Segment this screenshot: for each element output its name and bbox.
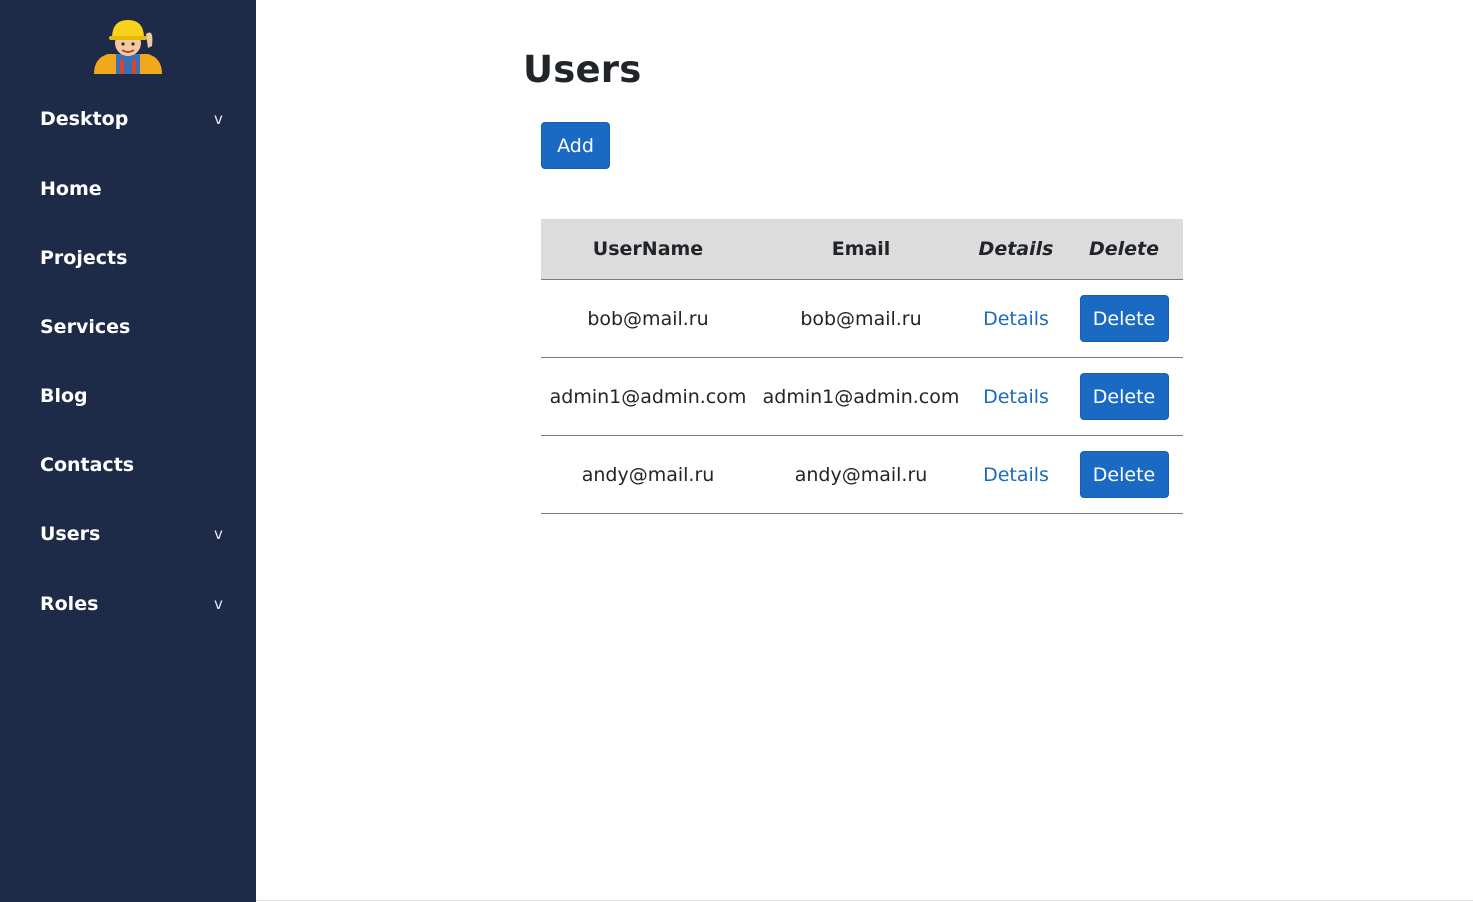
details-cell: Details: [967, 279, 1065, 358]
delete-cell: Delete: [1065, 435, 1183, 514]
sidebar-item-label: Services: [40, 316, 131, 338]
column-header-details: Details: [967, 219, 1065, 280]
sidebar-item-label: Contacts: [40, 454, 135, 476]
add-user-button[interactable]: Add: [541, 122, 610, 169]
delete-cell: Delete: [1065, 279, 1183, 358]
sidebar-item-label: Users: [40, 523, 101, 545]
email-cell: admin1@admin.com: [755, 357, 967, 436]
sidebar-item-desktop[interactable]: Desktop v: [0, 99, 256, 139]
table-row: andy@mail.ru andy@mail.ru Details Delete: [541, 435, 1183, 514]
sidebar-item-roles[interactable]: Roles v: [0, 584, 256, 624]
delete-cell: Delete: [1065, 357, 1183, 436]
page-title: Users: [523, 48, 642, 91]
sidebar-item-blog[interactable]: Blog: [0, 376, 256, 416]
chevron-down-icon: v: [214, 525, 223, 543]
details-cell: Details: [967, 357, 1065, 436]
chevron-down-icon: v: [214, 595, 223, 613]
column-header-username: UserName: [541, 219, 755, 280]
sidebar-item-contacts[interactable]: Contacts: [0, 445, 256, 485]
sidebar-item-label: Projects: [40, 247, 128, 269]
table-header-row: UserName Email Details Delete: [541, 219, 1183, 280]
chevron-down-icon: v: [214, 110, 223, 128]
username-cell: bob@mail.ru: [541, 279, 755, 358]
column-header-email: Email: [755, 219, 967, 280]
details-link[interactable]: Details: [983, 308, 1049, 330]
table-row: admin1@admin.com admin1@admin.com Detail…: [541, 357, 1183, 436]
sidebar-item-label: Blog: [40, 385, 88, 407]
email-cell: bob@mail.ru: [755, 279, 967, 358]
email-cell: andy@mail.ru: [755, 435, 967, 514]
column-header-delete: Delete: [1065, 219, 1183, 280]
users-table: UserName Email Details Delete bob@mail.r…: [541, 219, 1183, 514]
sidebar-item-label: Desktop: [40, 108, 129, 130]
delete-button[interactable]: Delete: [1079, 295, 1169, 342]
sidebar-item-home[interactable]: Home: [0, 169, 256, 209]
sidebar-item-services[interactable]: Services: [0, 307, 256, 347]
sidebar-item-label: Home: [40, 178, 102, 200]
sidebar-item-projects[interactable]: Projects: [0, 238, 256, 278]
username-cell: admin1@admin.com: [541, 357, 755, 436]
table-row: bob@mail.ru bob@mail.ru Details Delete: [541, 279, 1183, 358]
delete-button[interactable]: Delete: [1079, 373, 1169, 420]
details-cell: Details: [967, 435, 1065, 514]
sidebar-item-users[interactable]: Users v: [0, 514, 256, 554]
divider: [256, 900, 1473, 901]
details-link[interactable]: Details: [983, 464, 1049, 486]
username-cell: andy@mail.ru: [541, 435, 755, 514]
builder-logo[interactable]: [90, 16, 166, 74]
sidebar-item-label: Roles: [40, 593, 99, 615]
details-link[interactable]: Details: [983, 386, 1049, 408]
delete-button[interactable]: Delete: [1079, 451, 1169, 498]
sidebar: Desktop v Home Projects Services Blog Co…: [0, 0, 256, 902]
